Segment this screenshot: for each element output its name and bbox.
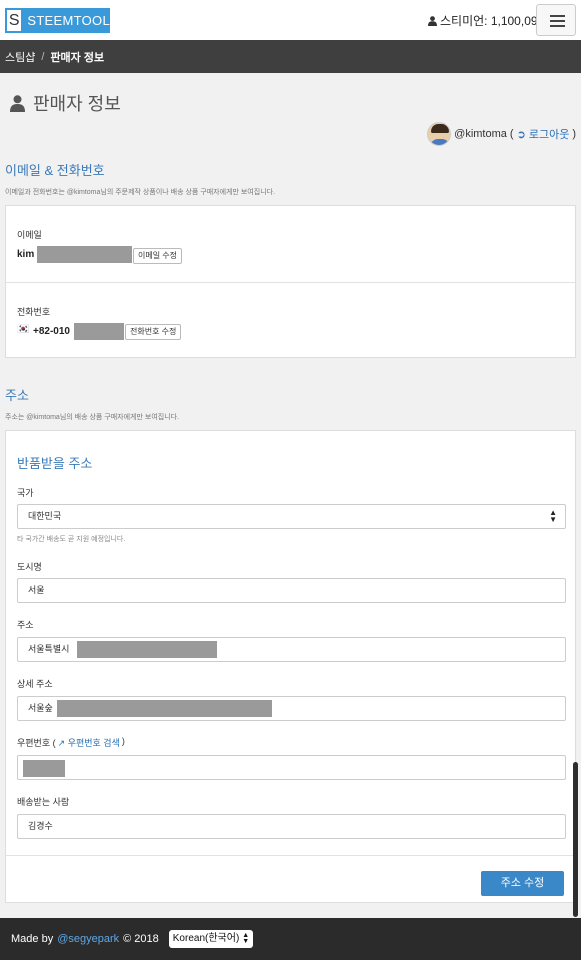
- avatar: [427, 122, 452, 146]
- breadcrumb: 스팀샵 / 판매자 정보: [0, 40, 581, 73]
- edit-email-button[interactable]: 이메일 수정: [133, 248, 183, 264]
- steemtool-logo[interactable]: S STEEMTOOL: [5, 8, 110, 33]
- redacted-zipcode: [23, 760, 65, 777]
- phone-value: +82-010: [33, 326, 70, 337]
- country-help-text: 타 국가간 배송도 곧 지원 예정입니다.: [17, 536, 126, 543]
- user-info: @kimtoma ( ➲ 로그아웃 ): [427, 122, 576, 146]
- logo-letter: S: [7, 10, 22, 31]
- country-select[interactable]: 대한민국 ▲ ▼: [17, 504, 566, 529]
- footer: Made by @segyepark © 2018 Korean(한국어) ▲ ▼: [0, 918, 581, 960]
- contact-section-title: 이메일 & 전화번호: [5, 163, 105, 178]
- divider: [6, 282, 575, 283]
- redacted-email: [37, 246, 132, 263]
- logo-text: STEEMTOOL: [27, 13, 110, 28]
- phone-label: 전화번호: [17, 307, 51, 317]
- paren-open: (: [509, 128, 514, 140]
- logout-label: 로그아웃: [528, 129, 570, 141]
- menu-bar-icon: [550, 25, 565, 27]
- made-by-text: Made by: [11, 933, 54, 945]
- username: @kimtoma: [454, 128, 507, 140]
- city-input[interactable]: 서울: [17, 578, 566, 603]
- country-value: 대한민국: [28, 511, 62, 521]
- zipcode-input[interactable]: [17, 755, 566, 780]
- select-arrows-icon: ▲ ▼: [242, 932, 250, 945]
- zipcode-search-label: 우편번호 검색: [67, 738, 120, 748]
- language-value: Korean(한국어): [172, 933, 240, 944]
- detail-address-value: 서울숲: [28, 703, 53, 713]
- author-link[interactable]: @segyepark: [57, 933, 119, 945]
- recipient-input[interactable]: 김경수: [17, 814, 566, 839]
- external-link-icon: ↗: [57, 738, 66, 748]
- zipcode-search-link[interactable]: ↗ 우편번호 검색: [58, 736, 120, 749]
- breadcrumb-current: 판매자 정보: [50, 51, 105, 64]
- hamburger-menu-button[interactable]: [536, 4, 576, 36]
- user-icon: [428, 15, 437, 26]
- page-title-text: 판매자 정보: [33, 94, 121, 114]
- zipcode-label: 우편번호 ( ↗ 우편번호 검색 ): [17, 736, 125, 749]
- redacted-phone: [74, 323, 124, 340]
- return-address-title: 반품받을 주소: [17, 456, 93, 471]
- korea-flag-icon: 🇰🇷: [17, 324, 30, 335]
- steem-power-display: 스티미언: 1,100,091: [428, 12, 544, 29]
- edit-phone-button[interactable]: 전화번호 수정: [125, 324, 182, 340]
- breadcrumb-home-link[interactable]: 스팀샵: [5, 49, 35, 65]
- city-label: 도시명: [17, 562, 42, 572]
- address-card: 반품받을 주소 국가 대한민국 ▲ ▼ 타 국가간 배송도 곧 지원 예정입니다.…: [5, 430, 576, 903]
- logout-link[interactable]: ➲ 로그아웃: [517, 126, 570, 142]
- paren-close: ): [572, 128, 576, 140]
- recipient-label: 배송받는 사람: [17, 797, 70, 807]
- contact-section-note: 이메일과 전화번호는 @kimtoma님의 주문제작 상품이나 배송 상품 구매…: [5, 189, 276, 196]
- address-section-title: 주소: [5, 388, 29, 403]
- address-label: 주소: [17, 620, 34, 630]
- redacted-address: [77, 641, 217, 658]
- zipcode-label-text: 우편번호 (: [17, 738, 56, 748]
- breadcrumb-separator: /: [41, 50, 45, 63]
- divider: [6, 855, 575, 856]
- user-icon: [10, 94, 25, 112]
- country-label: 국가: [17, 488, 34, 498]
- zipcode-label-close: ): [121, 736, 125, 746]
- update-address-button[interactable]: 주소 수정: [481, 871, 564, 896]
- redacted-detail-address: [57, 700, 272, 717]
- select-arrows-icon: ▲ ▼: [549, 508, 557, 524]
- detail-address-label: 상세 주소: [17, 679, 53, 689]
- page-title: 판매자 정보: [10, 90, 121, 116]
- language-select[interactable]: Korean(한국어) ▲ ▼: [168, 930, 254, 948]
- sign-out-icon: ➲: [516, 129, 526, 141]
- scrollbar-thumb[interactable]: [573, 762, 578, 917]
- email-value: kim: [17, 249, 35, 260]
- steem-power-text: 스티미언: 1,100,091: [440, 14, 545, 28]
- address-value: 서울특별시: [28, 644, 70, 654]
- copyright-year: © 2018: [123, 933, 159, 945]
- address-section-note: 주소는 @kimtoma님의 배송 상품 구매자에게만 보여집니다.: [5, 414, 180, 421]
- contact-card: 이메일 kim 이메일 수정 전화번호 🇰🇷 +82-010 전화번호 수정: [5, 205, 576, 358]
- email-label: 이메일: [17, 230, 42, 240]
- menu-bar-icon: [550, 15, 565, 17]
- top-navbar: S STEEMTOOL 스티미언: 1,100,091: [0, 0, 581, 40]
- menu-bar-icon: [550, 20, 565, 22]
